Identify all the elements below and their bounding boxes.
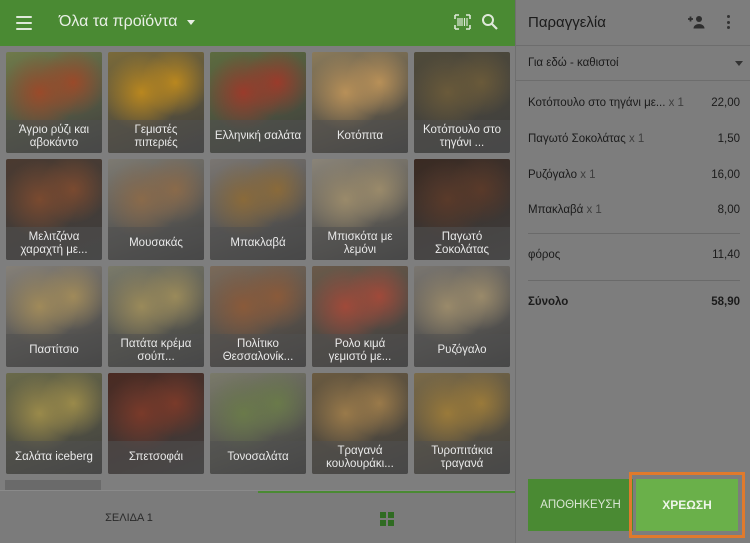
product-tile[interactable]: Σπετσοφάι	[108, 373, 204, 474]
grid-view-icon	[379, 511, 394, 526]
product-tile[interactable]: Τυροπιτάκια τραγανά	[414, 373, 510, 474]
product-tile[interactable]: Ελληνική σαλάτα	[210, 52, 306, 153]
order-item-name: Ρυζόγαλο x 1	[528, 169, 596, 181]
item-qty: x 1	[628, 133, 645, 145]
product-label: Παγωτό Σοκολάτας	[414, 227, 510, 260]
product-tile[interactable]: Ρυζόγαλο	[414, 266, 510, 367]
item-qty: x 1	[668, 97, 684, 109]
product-label: Τραγανά κουλουράκι...	[312, 441, 408, 474]
total-label: Σύνολο	[528, 296, 569, 308]
page-tab[interactable]: ΣΕΛΙΔΑ 1	[0, 491, 258, 543]
product-tile[interactable]: Μπισκότα με λεμόνι	[312, 159, 408, 260]
product-label: Άγριο ρύζι και αβοκάντο	[6, 120, 102, 153]
hamburger-menu-icon[interactable]	[16, 16, 32, 30]
order-item-price: 1,50	[717, 133, 740, 145]
order-panel: Παραγγελία Για εδώ - καθιστοί Κοτόπουλο …	[515, 0, 750, 543]
product-label: Μουσακάς	[108, 227, 204, 260]
order-title: Παραγγελία	[528, 14, 606, 31]
pos-screen: Όλα τα προϊόντα Άγριο ρύζι και αβοκάντο Γ…	[0, 0, 750, 543]
item-name-text: Κοτόπουλο στο τηγάνι με...	[528, 97, 666, 109]
product-label: Μελιτζάνα χαραχτή με...	[6, 227, 102, 260]
product-label: Ελληνική σαλάτα	[210, 120, 306, 153]
product-tile[interactable]: Κοτόπουλο στο τηγάνι ...	[414, 52, 510, 153]
divider	[528, 233, 740, 234]
grid-view-tab[interactable]	[258, 491, 515, 543]
product-tile[interactable]: Μπακλαβά	[210, 159, 306, 260]
category-dropdown[interactable]: Όλα τα προϊόντα	[59, 13, 196, 31]
order-item-name: Μπακλαβά x 1	[528, 204, 602, 216]
tax-value: 11,40	[712, 249, 740, 261]
product-tile[interactable]: Κοτόπιτα	[312, 52, 408, 153]
divider	[528, 280, 740, 281]
chevron-down-icon	[735, 61, 743, 66]
add-customer-icon[interactable]	[687, 15, 705, 29]
product-tile[interactable]: Πατάτα κρέμα σούπ...	[108, 266, 204, 367]
item-name-text: Ρυζόγαλο	[528, 169, 578, 181]
top-app-bar: Όλα τα προϊόντα	[0, 0, 515, 46]
bottom-bar: ΣΕΛΙΔΑ 1	[0, 490, 515, 543]
page-label: ΣΕΛΙΔΑ 1	[105, 511, 153, 524]
product-label: Πολίτικο Θεσσαλονίκ...	[210, 334, 306, 367]
product-label: Κοτόπιτα	[312, 120, 408, 153]
product-label: Μπισκότα με λεμόνι	[312, 227, 408, 260]
order-item-price: 8,00	[717, 204, 740, 216]
item-name-text: Παγωτό Σοκολάτας	[528, 133, 626, 145]
order-line-item[interactable]: Μπακλαβά x 1 8,00	[528, 204, 740, 220]
dining-option-value: Για εδώ - καθιστοί	[528, 57, 619, 69]
category-title: Όλα τα προϊόντα	[59, 13, 178, 30]
barcode-scan-icon[interactable]	[454, 14, 471, 30]
save-button[interactable]: ΑΠΟΘΗΚΕΥΣΗ	[528, 479, 633, 531]
product-label: Κοτόπουλο στο τηγάνι ...	[414, 120, 510, 153]
charge-button-label: ΧΡΕΩΣΗ	[662, 498, 712, 512]
order-item-price: 22,00	[711, 97, 740, 109]
product-tile[interactable]: Τονοσαλάτα	[210, 373, 306, 474]
order-item-name: Παγωτό Σοκολάτας x 1	[528, 133, 644, 145]
total-row: Σύνολο 58,90	[528, 296, 740, 312]
product-tile[interactable]: Παγωτό Σοκολάτας	[414, 159, 510, 260]
tax-row: φόρος 11,40	[528, 249, 740, 265]
product-label: Σπετσοφάι	[108, 441, 204, 474]
product-tile[interactable]: Άγριο ρύζι και αβοκάντο	[6, 52, 102, 153]
product-label: Πατάτα κρέμα σούπ...	[108, 334, 204, 367]
more-options-icon[interactable]	[727, 15, 731, 29]
charge-button[interactable]: ΧΡΕΩΣΗ	[636, 479, 738, 531]
order-line-item[interactable]: Κοτόπουλο στο τηγάνι με... x 1 22,00	[528, 97, 740, 113]
save-button-label: ΑΠΟΘΗΚΕΥΣΗ	[540, 499, 621, 511]
product-grid: Άγριο ρύζι και αβοκάντο Γεμιστές πιπεριές…	[0, 46, 515, 490]
dropdown-caret-icon	[187, 19, 196, 25]
product-tile[interactable]: Γεμιστές πιπεριές	[108, 52, 204, 153]
product-tile[interactable]: Τραγανά κουλουράκι...	[312, 373, 408, 474]
product-tile[interactable]: Ρολο κιμά γεμιστό με...	[312, 266, 408, 367]
product-label: Παστίτσιο	[6, 334, 102, 367]
product-label: Γεμιστές πιπεριές	[108, 120, 204, 153]
product-tile-partial	[5, 480, 101, 490]
order-line-item[interactable]: Παγωτό Σοκολάτας x 1 1,50	[528, 133, 740, 149]
product-label: Σαλάτα iceberg	[6, 441, 102, 474]
order-line-item[interactable]: Ρυζόγαλο x 1 16,00	[528, 169, 740, 185]
product-label: Μπακλαβά	[210, 227, 306, 260]
product-tile[interactable]: Μελιτζάνα χαραχτή με...	[6, 159, 102, 260]
product-label: Τυροπιτάκια τραγανά	[414, 441, 510, 474]
total-value: 58,90	[711, 296, 740, 308]
product-tile[interactable]: Πολίτικο Θεσσαλονίκ...	[210, 266, 306, 367]
products-panel: Όλα τα προϊόντα Άγριο ρύζι και αβοκάντο Γ…	[0, 0, 515, 543]
search-icon[interactable]	[481, 13, 498, 30]
product-label: Ρυζόγαλο	[414, 334, 510, 367]
item-name-text: Μπακλαβά	[528, 204, 584, 216]
dining-option-select[interactable]: Για εδώ - καθιστοί	[516, 46, 750, 81]
item-qty: x 1	[586, 204, 602, 216]
item-qty: x 1	[580, 169, 596, 181]
product-tile[interactable]: Παστίτσιο	[6, 266, 102, 367]
product-label: Τονοσαλάτα	[210, 441, 306, 474]
tax-label: φόρος	[528, 249, 561, 261]
product-tile[interactable]: Σαλάτα iceberg	[6, 373, 102, 474]
order-header: Παραγγελία	[516, 0, 750, 46]
order-item-price: 16,00	[711, 169, 740, 181]
order-item-name: Κοτόπουλο στο τηγάνι με... x 1	[528, 97, 684, 109]
product-tile[interactable]: Μουσακάς	[108, 159, 204, 260]
product-label: Ρολο κιμά γεμιστό με...	[312, 334, 408, 367]
